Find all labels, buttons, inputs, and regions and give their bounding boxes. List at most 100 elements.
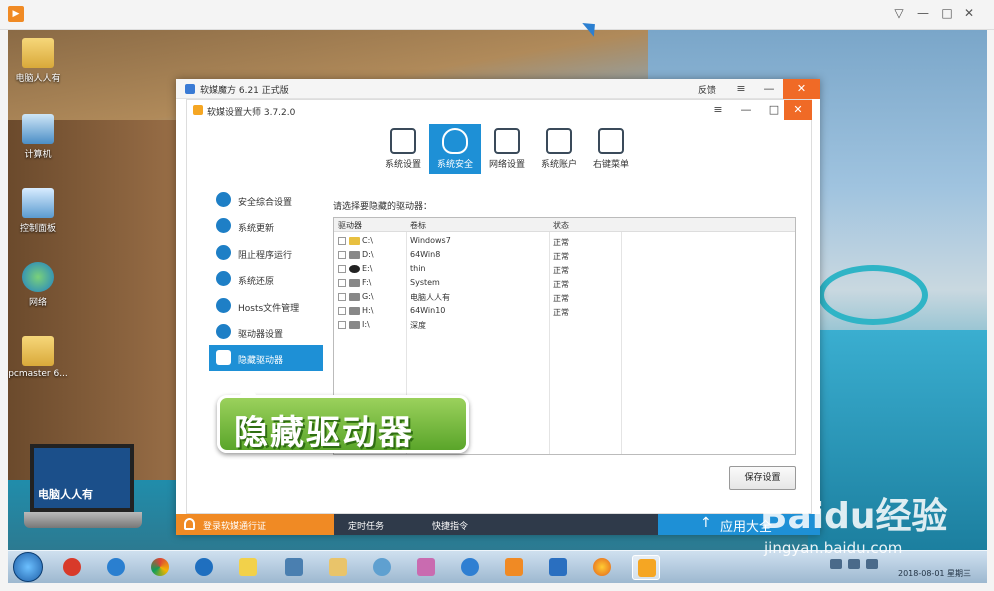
desktop-icon-label: 电脑人人有 (15, 74, 61, 84)
drive-checkbox[interactable] (338, 251, 346, 259)
refresh-icon (216, 218, 231, 233)
feedback-link[interactable]: 反馈 (698, 83, 716, 96)
drive-checkbox[interactable] (338, 293, 346, 301)
inner-menu-icon[interactable]: ≡ (703, 100, 733, 120)
player-titlebar: ▶ ▽ — □ ✕ (0, 0, 994, 30)
desktop-icon-network[interactable]: 网络 (8, 262, 68, 308)
table-row[interactable]: E:\ thin 正常 (334, 263, 795, 276)
sidebar-item-hide-drives[interactable]: 隐藏驱动器 (209, 345, 323, 371)
player-dropdown-icon[interactable]: ▽ (888, 3, 910, 23)
app-logo-icon (185, 84, 195, 94)
table-row[interactable]: D:\ 64Win8 正常 (334, 249, 795, 262)
inner-minimize-button[interactable]: — (731, 100, 761, 120)
drive-checkbox[interactable] (338, 265, 346, 273)
penguin-drive-icon (349, 265, 360, 273)
sidebar-item-hosts[interactable]: Hosts文件管理 (209, 293, 323, 319)
desktop-icon-pcmaster[interactable]: pcmaster 6... (8, 336, 68, 379)
tab-system-security[interactable]: 系统安全 (429, 124, 481, 174)
security-sidebar: 安全综合设置 系统更新 阻止程序运行 系统还原 Hosts文件管理 驱动器设置 (209, 187, 323, 377)
jiang-app-icon (63, 558, 81, 576)
laptop-screen: 电脑人人有 (30, 444, 134, 512)
taskbar-app-paint[interactable] (412, 555, 440, 580)
desktop-icon-user-folder[interactable]: 电脑人人有 (8, 38, 68, 84)
drive-checkbox[interactable] (338, 321, 346, 329)
desktop-icon-label: 计算机 (24, 150, 52, 160)
baidu-url: jingyan.baidu.com (764, 539, 903, 557)
taskbar-app-settings-master[interactable] (632, 555, 660, 580)
taskbar-app-player[interactable] (500, 555, 528, 580)
taskbar-app-mofang[interactable] (544, 555, 572, 580)
header-drive: 驱动器 (338, 221, 362, 230)
table-row[interactable]: H:\ 64Win10 正常 (334, 305, 795, 318)
sidebar-item-system-update[interactable]: 系统更新 (209, 213, 323, 239)
desktop-icon-control-panel[interactable]: 控制面板 (8, 188, 68, 234)
player-frame-right (987, 30, 994, 583)
hard-drive-icon (349, 293, 360, 301)
folder-icon (329, 558, 347, 576)
shield-icon (442, 128, 468, 154)
login-button[interactable]: 登录软媒通行证 (176, 514, 334, 535)
taskbar-app-chrome[interactable] (146, 555, 174, 580)
arrow-up-icon: ↑ (700, 515, 712, 531)
taskbar-app-explorer[interactable] (324, 555, 352, 580)
inner-titlebar: 软媒设置大师 3.7.2.0 ≡ — □ ✕ (187, 100, 813, 120)
minimize-button[interactable]: — (754, 79, 784, 99)
sidebar-item-security-overview[interactable]: 安全综合设置 (209, 187, 323, 213)
table-row[interactable]: C:\ Windows7 正常 (334, 235, 795, 248)
player-close-button[interactable]: ✕ (958, 3, 980, 23)
taskbar-app-firefox[interactable] (588, 555, 616, 580)
taskbar-app-jiang[interactable] (58, 555, 86, 580)
table-row[interactable]: F:\ System 正常 (334, 277, 795, 290)
desktop-icon-label: 网络 (28, 298, 47, 308)
scheduled-tasks-link[interactable]: 定时任务 (348, 519, 384, 532)
menu-icon[interactable]: ≡ (726, 79, 756, 99)
folder-icon (22, 38, 54, 68)
drive-checkbox[interactable] (338, 279, 346, 287)
tab-system-settings[interactable]: 系统设置 (377, 124, 429, 174)
laptop-logo-image: 电脑人人有 (24, 444, 142, 536)
table-row[interactable]: I:\ 深度 (334, 319, 795, 332)
taskbar-app-media-center[interactable] (456, 555, 484, 580)
start-button[interactable] (13, 552, 43, 582)
inner-close-button[interactable]: ✕ (784, 100, 812, 120)
sidebar-item-block-programs[interactable]: 阻止程序运行 (209, 240, 323, 266)
hard-drive-icon (349, 279, 360, 287)
close-button[interactable]: ✕ (783, 79, 820, 99)
player-maximize-button[interactable]: □ (936, 3, 958, 23)
sticky-notes-icon (239, 558, 257, 576)
player-minimize-button[interactable]: — (912, 3, 934, 23)
tab-network-settings[interactable]: 网络设置 (481, 124, 533, 174)
header-state: 状态 (553, 221, 569, 230)
shield-icon (216, 192, 231, 207)
taskbar-app-search[interactable] (190, 555, 218, 580)
baidu-brand: Baidu经验 (760, 496, 948, 537)
table-row[interactable]: G:\ 电脑人人有 正常 (334, 291, 795, 304)
desktop-icon-computer[interactable]: 计算机 (8, 114, 68, 160)
system-drive-icon (349, 237, 360, 245)
tab-system-accounts[interactable]: 系统账户 (533, 124, 585, 174)
ie-icon (107, 558, 125, 576)
settings-master-logo-icon (193, 105, 203, 115)
tab-context-menu[interactable]: 右键菜单 (585, 124, 637, 174)
cursor-menu-icon (598, 128, 624, 154)
firefox-icon (593, 558, 611, 576)
hidden-drive-icon (216, 350, 231, 365)
shortcut-commands-link[interactable]: 快捷指令 (432, 519, 468, 532)
callout-text: 隐藏驱动器 (234, 413, 414, 453)
drive-checkbox[interactable] (338, 307, 346, 315)
hard-drive-icon (349, 307, 360, 315)
baidu-watermark: Baidu经验 jingyan.baidu.com (760, 487, 980, 577)
taskbar-app-ie[interactable] (102, 555, 130, 580)
remote-desktop-icon (285, 558, 303, 576)
drive-icon (216, 324, 231, 339)
users-icon (546, 128, 572, 154)
restore-icon (216, 271, 231, 286)
hard-drive-icon (349, 251, 360, 259)
player-logo-icon: ▶ (8, 6, 24, 22)
drive-checkbox[interactable] (338, 237, 346, 245)
taskbar-app-recycle[interactable] (368, 555, 396, 580)
taskbar-app-notes[interactable] (234, 555, 262, 580)
sidebar-item-system-restore[interactable]: 系统还原 (209, 266, 323, 292)
sidebar-item-drive-settings[interactable]: 驱动器设置 (209, 319, 323, 345)
taskbar-app-remote[interactable] (280, 555, 308, 580)
